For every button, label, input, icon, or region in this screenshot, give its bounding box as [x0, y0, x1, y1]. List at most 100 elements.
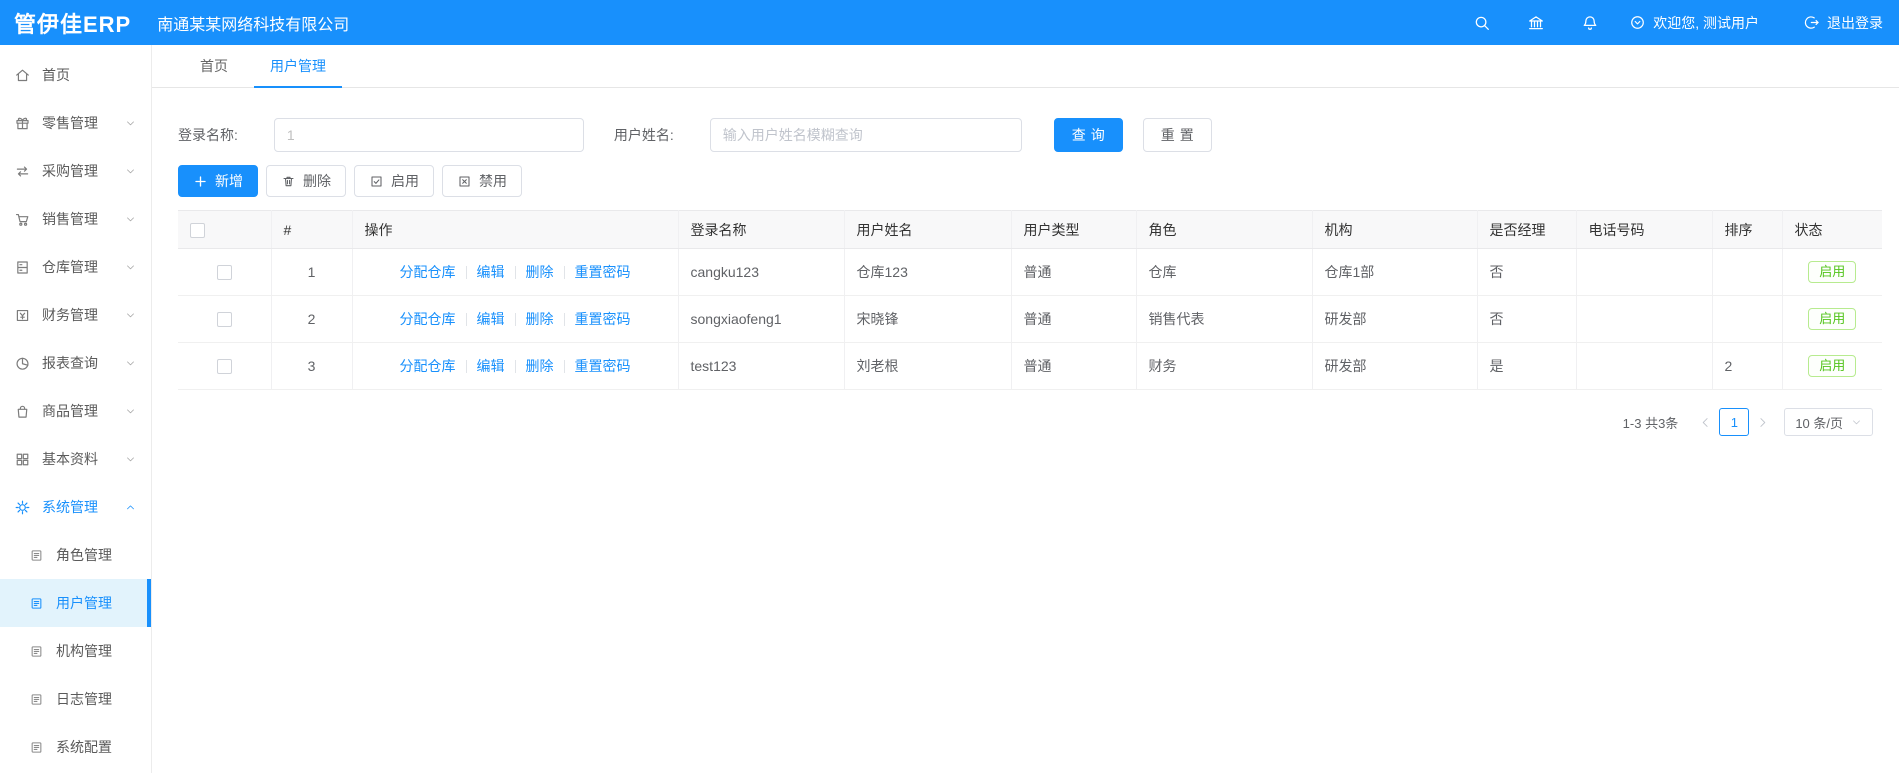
- assign-warehouse-link[interactable]: 分配仓库: [400, 309, 456, 329]
- logout-button[interactable]: 退出登录: [1803, 13, 1883, 33]
- col-status: 状态: [1782, 210, 1882, 249]
- cell-type: 普通: [1011, 295, 1137, 343]
- check-square-icon: [371, 175, 382, 187]
- edit-link[interactable]: 编辑: [477, 356, 505, 376]
- sidebar-item-warehouse[interactable]: 仓库管理: [0, 243, 151, 291]
- cell-role: 仓库: [1136, 248, 1313, 296]
- user-name-input[interactable]: [709, 118, 1022, 152]
- reset-password-link[interactable]: 重置密码: [575, 309, 631, 329]
- tab-home[interactable]: 首页: [184, 45, 244, 87]
- sidebar-item-purchase[interactable]: 采购管理: [0, 147, 151, 195]
- edit-link[interactable]: 编辑: [477, 309, 505, 329]
- bank-icon[interactable]: [1527, 14, 1545, 32]
- tab-user-management[interactable]: 用户管理: [254, 45, 342, 88]
- row-checkbox[interactable]: [216, 359, 232, 375]
- delete-link[interactable]: 删除: [526, 356, 554, 376]
- add-button[interactable]: 新增: [178, 165, 258, 197]
- enable-button[interactable]: 启用: [354, 165, 434, 197]
- document-icon: [31, 549, 42, 561]
- sidebar-item-basic-data[interactable]: 基本资料: [0, 435, 151, 483]
- company-name: 南通某某网络科技有限公司: [157, 16, 350, 34]
- col-org: 机构: [1312, 210, 1478, 249]
- welcome-text: 欢迎您, 测试用户: [1653, 14, 1759, 31]
- login-name-input[interactable]: [273, 118, 584, 152]
- sidebar-item-finance[interactable]: 财务管理: [0, 291, 151, 339]
- select-all-checkbox[interactable]: [190, 222, 205, 238]
- user-name-label: 用户姓名:: [613, 127, 674, 143]
- document-icon: [31, 645, 42, 657]
- row-checkbox[interactable]: [216, 312, 232, 328]
- erp-page: 管伊佳ERP 南通某某网络科技有限公司 欢迎您, 测试用户 退出登录 首页 零售…: [0, 0, 1899, 773]
- delete-link[interactable]: 删除: [526, 262, 554, 282]
- row-checkbox[interactable]: [216, 265, 232, 281]
- table-row: 3 分配仓库 编辑 删除 重置密码 test123 刘老根 普通 财务 研发部 …: [178, 342, 1882, 390]
- user-menu[interactable]: 欢迎您, 测试用户: [1629, 13, 1759, 33]
- query-button[interactable]: 查询: [1053, 118, 1123, 152]
- cell-type: 普通: [1011, 248, 1137, 296]
- reset-password-link[interactable]: 重置密码: [575, 262, 631, 282]
- topbar-right: 欢迎您, 测试用户 退出登录: [1437, 13, 1883, 33]
- sidebar-item-log-management[interactable]: 日志管理: [0, 675, 151, 723]
- status-badge: 启用: [1808, 355, 1857, 377]
- chevron-down-icon: [127, 456, 134, 461]
- plus-icon: [195, 175, 206, 187]
- home-icon: [16, 69, 29, 81]
- sidebar-item-role-management[interactable]: 角色管理: [0, 531, 151, 579]
- link-divider: [514, 359, 516, 373]
- sidebar: 首页 零售管理 采购管理 销售管理 仓库管理 财务管理 报表查询 商品管理 基本…: [0, 45, 152, 773]
- link-divider: [465, 359, 467, 373]
- assign-warehouse-link[interactable]: 分配仓库: [400, 356, 456, 376]
- cell-sort: [1712, 248, 1783, 296]
- cell-manager: 是: [1477, 342, 1577, 390]
- assign-warehouse-link[interactable]: 分配仓库: [400, 262, 456, 282]
- sidebar-item-org-management[interactable]: 机构管理: [0, 627, 151, 675]
- app-logo: 管伊佳ERP: [14, 11, 132, 37]
- col-login: 登录名称: [678, 210, 845, 249]
- cell-sort: [1712, 295, 1783, 343]
- sidebar-item-sales[interactable]: 销售管理: [0, 195, 151, 243]
- table-header-row: # 操作 登录名称 用户姓名 用户类型 角色 机构 是否经理 电话号码 排序 状…: [178, 210, 1882, 249]
- sidebar-item-system-config[interactable]: 系统配置: [0, 723, 151, 771]
- col-type: 用户类型: [1011, 210, 1137, 249]
- sidebar-item-home[interactable]: 首页: [0, 51, 151, 99]
- trash-icon: [283, 176, 294, 186]
- gift-icon: [16, 117, 29, 129]
- bell-icon[interactable]: [1581, 14, 1599, 32]
- cell-phone: [1576, 295, 1713, 343]
- disable-button[interactable]: 禁用: [442, 165, 522, 197]
- delete-link[interactable]: 删除: [526, 309, 554, 329]
- sidebar-item-system[interactable]: 系统管理: [0, 483, 151, 531]
- cell-manager: 否: [1477, 248, 1577, 296]
- search-form: 登录名称: 用户姓名: 查询 重置: [178, 118, 1881, 152]
- sidebar-item-report[interactable]: 报表查询: [0, 339, 151, 387]
- edit-link[interactable]: 编辑: [477, 262, 505, 282]
- pie-chart-icon: [16, 357, 29, 370]
- search-icon[interactable]: [1473, 14, 1491, 32]
- chevron-up-icon: [127, 504, 134, 509]
- reset-button[interactable]: 重置: [1142, 118, 1212, 152]
- col-sort: 排序: [1712, 210, 1783, 249]
- sidebar-item-goods[interactable]: 商品管理: [0, 387, 151, 435]
- prev-page-icon[interactable]: [1699, 416, 1712, 429]
- delete-button[interactable]: 删除: [266, 165, 346, 197]
- user-table: # 操作 登录名称 用户姓名 用户类型 角色 机构 是否经理 电话号码 排序 状…: [178, 210, 1882, 390]
- link-divider: [563, 265, 565, 279]
- row-index: 3: [271, 342, 353, 390]
- cell-org: 研发部: [1312, 295, 1478, 343]
- cart-icon: [15, 213, 29, 226]
- reset-password-link[interactable]: 重置密码: [575, 356, 631, 376]
- chevron-down-icon: [127, 264, 134, 269]
- sidebar-item-retail[interactable]: 零售管理: [0, 99, 151, 147]
- grid-icon: [16, 453, 29, 465]
- page-number[interactable]: 1: [1719, 408, 1750, 436]
- page-size-select[interactable]: 10 条/页: [1784, 408, 1873, 436]
- link-divider: [465, 312, 467, 326]
- row-index: 2: [271, 295, 353, 343]
- cell-type: 普通: [1011, 342, 1137, 390]
- next-page-icon[interactable]: [1756, 416, 1769, 429]
- sidebar-item-user-management[interactable]: 用户管理: [0, 579, 151, 627]
- document-icon: [31, 597, 42, 609]
- cell-name: 仓库123: [844, 248, 1012, 296]
- tabbar: 首页 用户管理: [152, 45, 1899, 88]
- money-icon: [16, 309, 29, 321]
